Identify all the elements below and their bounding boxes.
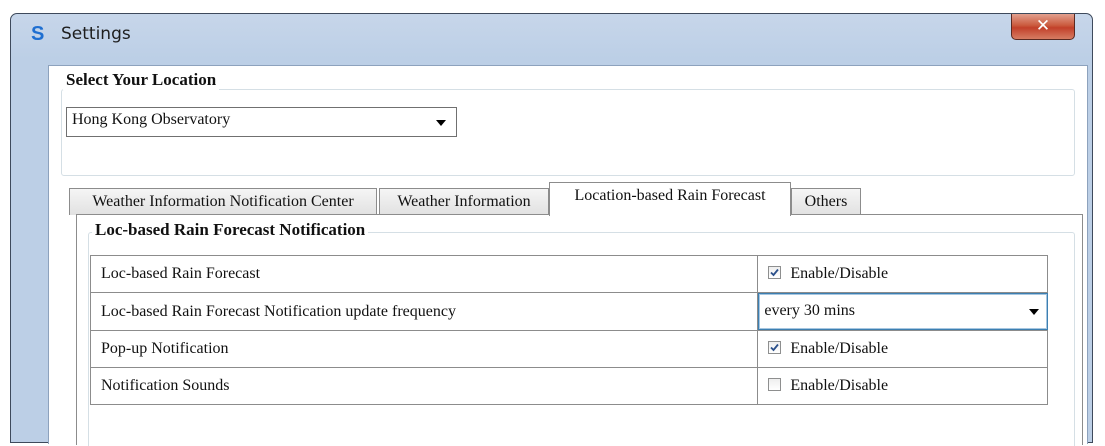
chevron-down-icon: [436, 120, 446, 126]
rain-forecast-enable-label: Enable/Disable: [790, 265, 889, 282]
title-bar[interactable]: S Settings ✕: [11, 14, 1092, 52]
settings-content: Select Your Location Hong Kong Observato…: [48, 65, 1088, 446]
popup-notification-enable-label: Enable/Disable: [790, 340, 889, 357]
checkmark-icon: [770, 343, 780, 352]
settings-window: S Settings ✕ Select Your Location Hong K…: [10, 13, 1093, 446]
close-button[interactable]: ✕: [1011, 14, 1075, 40]
tab-weather-information[interactable]: Weather Information: [379, 188, 549, 215]
tab-label: Others: [804, 193, 848, 210]
row-label: Loc-based Rain Forecast Notification upd…: [89, 292, 759, 331]
option-cell: Enable/Disable: [757, 255, 1048, 293]
tab-weather-information-notification-center[interactable]: Weather Information Notification Center: [69, 188, 377, 215]
tab-label: Weather Information Notification Center: [92, 193, 354, 210]
close-icon: ✕: [1035, 16, 1051, 36]
row-label: Pop-up Notification: [89, 330, 759, 368]
app-logo-icon: S: [31, 23, 45, 45]
notification-sounds-enable-label: Enable/Disable: [790, 377, 889, 394]
option-cell: Enable/Disable: [757, 330, 1048, 368]
table-row: Pop-up Notification Enable/Disable: [89, 330, 1048, 368]
table-row: Loc-based Rain Forecast Enable/Disable: [89, 255, 1048, 293]
rain-forecast-checkbox[interactable]: [768, 266, 782, 279]
notification-sounds-checkbox[interactable]: [768, 378, 782, 391]
window-title: Settings: [61, 24, 131, 44]
checkmark-icon: [770, 268, 780, 277]
update-frequency-value: every 30 mins: [764, 302, 855, 319]
location-group-title: Select Your Location: [63, 70, 220, 90]
tab-others[interactable]: Others: [791, 188, 861, 215]
table-row: Loc-based Rain Forecast Notification upd…: [89, 292, 1049, 331]
table-row: Notification Sounds Enable/Disable: [89, 367, 1048, 405]
location-dropdown-value: Hong Kong Observatory: [72, 111, 231, 128]
row-label: Notification Sounds: [89, 367, 759, 405]
popup-notification-checkbox[interactable]: [768, 341, 782, 354]
rain-forecast-tab-panel: Loc-based Rain Forecast Notification Loc…: [76, 214, 1083, 446]
tab-location-based-rain-forecast[interactable]: Location-based Rain Forecast: [549, 182, 791, 216]
rain-forecast-group-title: Loc-based Rain Forecast Notification: [92, 220, 369, 240]
tab-label: Weather Information: [397, 193, 531, 210]
option-cell: every 30 mins: [757, 292, 1049, 331]
location-dropdown[interactable]: Hong Kong Observatory: [66, 107, 457, 137]
tab-label: Location-based Rain Forecast: [574, 187, 766, 204]
chevron-down-icon: [1029, 309, 1040, 315]
option-cell: Enable/Disable: [757, 367, 1048, 405]
row-label: Loc-based Rain Forecast: [89, 255, 759, 293]
update-frequency-dropdown[interactable]: every 30 mins: [758, 293, 1049, 330]
rain-forecast-settings-table: Loc-based Rain Forecast Enable/Disable L…: [89, 255, 1049, 405]
